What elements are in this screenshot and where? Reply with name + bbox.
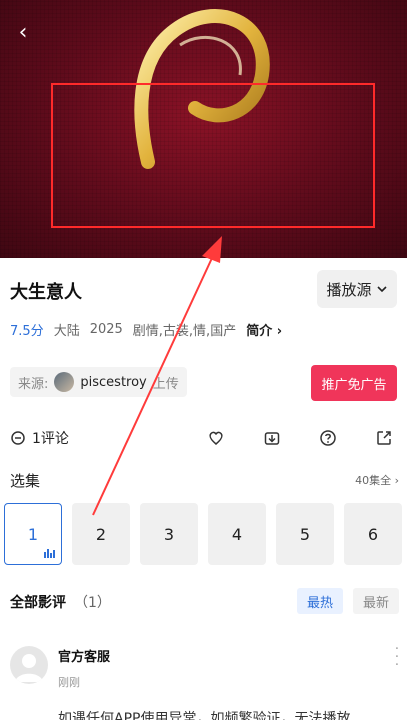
help-icon[interactable] (319, 429, 337, 447)
play-source-label: 播放源 (326, 280, 372, 299)
uploader-name: piscestroy (80, 374, 147, 390)
comments-button[interactable]: 1评论 (10, 428, 69, 448)
comment-user: 官方客服 (58, 650, 111, 665)
action-bar: 1评论 (10, 426, 393, 450)
video-player[interactable]: ‹ (0, 0, 407, 258)
all-episodes-link[interactable]: 40集全 › (355, 472, 399, 488)
uploader-avatar (54, 372, 75, 392)
page-title: 大生意人 (10, 282, 82, 303)
favorite-heart-icon[interactable] (207, 429, 225, 447)
more-options-icon[interactable]: · · · (395, 643, 399, 672)
reviews-count: （1） (74, 595, 111, 611)
reviews-header: 全部影评 （1） 最热 最新 (10, 588, 399, 614)
region: 大陆 (53, 324, 80, 339)
episode-5[interactable]: 5 (276, 503, 334, 565)
avatar[interactable] (10, 646, 48, 684)
episode-list: 1 2 3 4 5 6 (4, 503, 402, 565)
play-source-button[interactable]: 播放源 (317, 270, 397, 308)
genres: 剧情,古装,情,国产 (132, 324, 237, 339)
episode-3[interactable]: 3 (140, 503, 198, 565)
comment-time: 刚刚 (58, 676, 80, 689)
episode-4[interactable]: 4 (208, 503, 266, 565)
comment-text: 如遇任何APP使用异常，如频繁验证，无法播放 (58, 711, 351, 720)
annotation-highlight-box (51, 83, 375, 228)
remove-ads-button[interactable]: 推广免广告 (311, 365, 397, 401)
uploader-suffix: 上传 (152, 376, 179, 392)
score: 7.5分 (10, 324, 44, 339)
playing-bars-icon (44, 549, 55, 558)
comment-icon (11, 431, 25, 445)
download-icon[interactable] (263, 429, 281, 447)
back-chevron-icon[interactable]: ‹ (10, 20, 36, 46)
intro-link[interactable]: 简介 › (246, 320, 282, 339)
reviews-title: 全部影评 （1） (10, 595, 111, 611)
chevron-down-icon (376, 286, 387, 293)
comment-item: 官方客服 刚刚 · · · 如遇任何APP使用异常，如频繁验证，无法播放 (10, 640, 399, 720)
title-row: 大生意人 播放源 (10, 270, 397, 314)
episode-1[interactable]: 1 (4, 503, 62, 565)
video-meta: 7.5分 大陆 2025 剧情,古装,情,国产 简介 › (10, 320, 282, 339)
uploader-chip[interactable]: 来源: piscestroy 上传 (10, 367, 187, 397)
episodes-header: 选集 40集全 › (10, 470, 399, 490)
episode-2[interactable]: 2 (72, 503, 130, 565)
tab-newest[interactable]: 最新 (353, 588, 399, 614)
episode-6[interactable]: 6 (344, 503, 402, 565)
share-icon[interactable] (375, 429, 393, 447)
tab-hottest[interactable]: 最热 (297, 588, 343, 614)
comments-count: 1评论 (32, 431, 69, 447)
default-avatar-icon (15, 654, 43, 682)
episodes-label: 选集 (10, 472, 41, 490)
year: 2025 (89, 322, 123, 337)
source-label: 来源: (18, 376, 49, 392)
